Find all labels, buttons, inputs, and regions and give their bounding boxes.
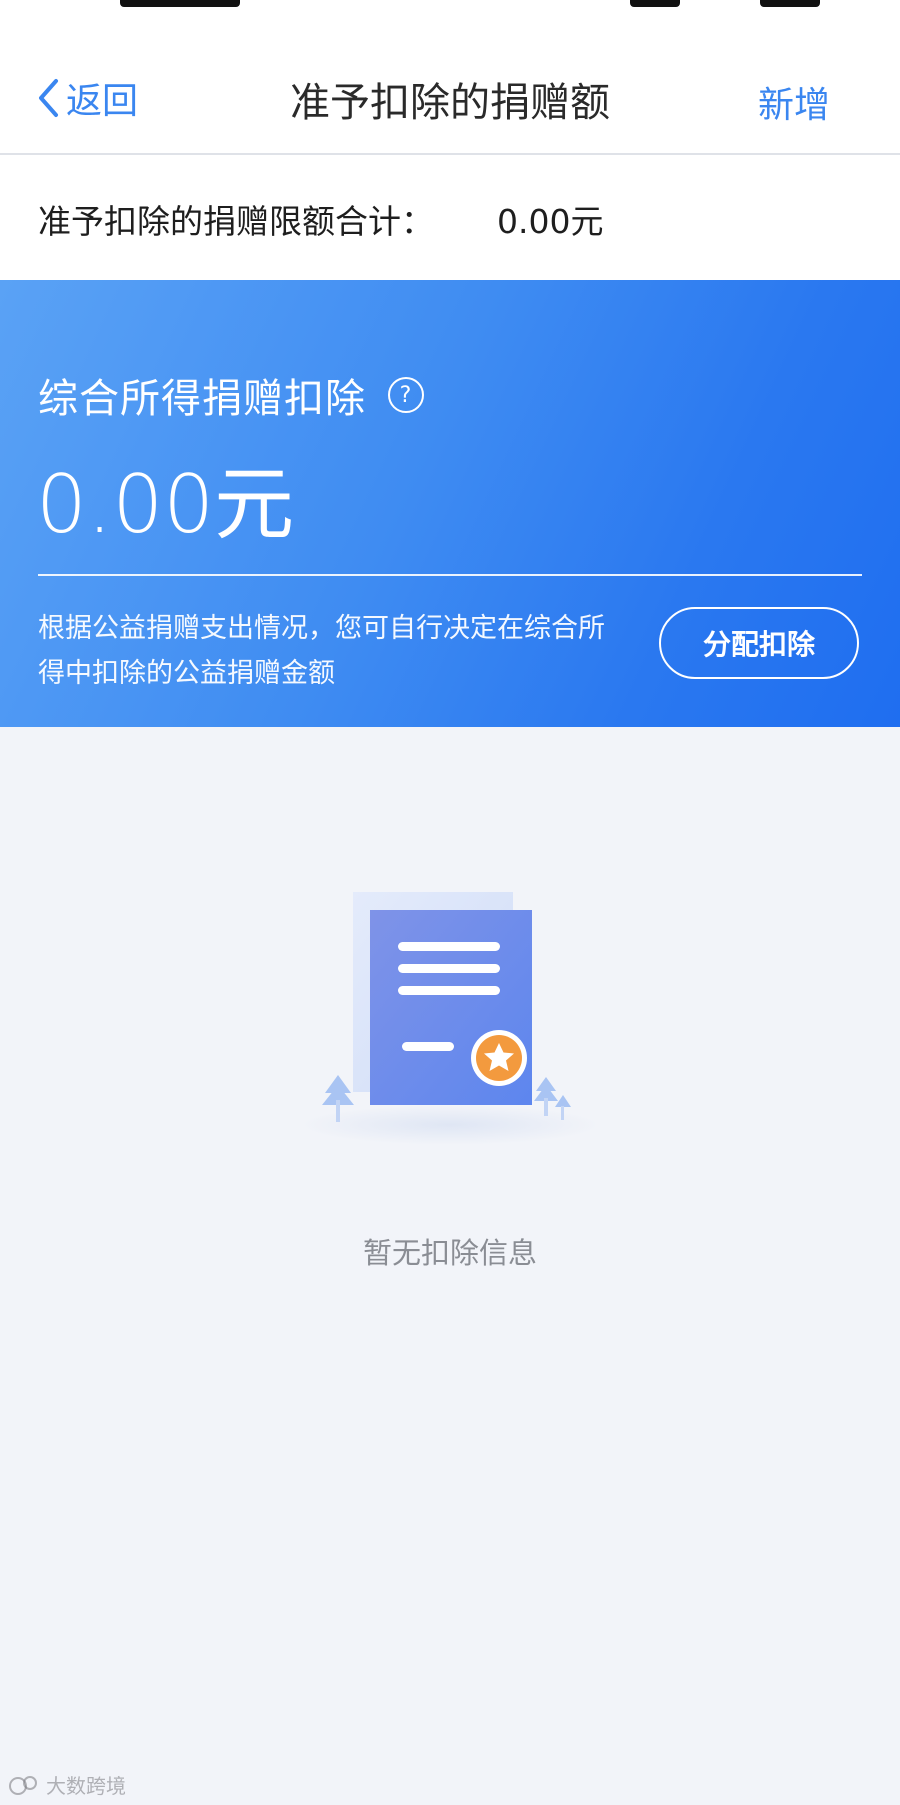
allocate-deduction-button[interactable]: 分配扣除 <box>659 607 859 679</box>
battery-icon <box>760 0 820 7</box>
card-divider <box>38 574 862 576</box>
document-line <box>398 942 500 951</box>
empty-state-message: 暂无扣除信息 <box>362 1236 537 1270</box>
limit-value: 0.00元 <box>497 202 604 241</box>
add-button[interactable]: 新增 <box>758 76 830 128</box>
document-line <box>402 1042 454 1051</box>
watermark: 大数跨境 <box>8 1770 126 1799</box>
help-icon[interactable]: ? <box>388 377 424 413</box>
watermark-logo-icon <box>9 1775 37 1795</box>
deduction-limit-summary: 准予扣除的捐赠限额合计： 0.00元 <box>0 155 900 280</box>
card-title: 综合所得捐赠扣除 ? <box>38 366 424 424</box>
document-line <box>398 964 500 973</box>
watermark-text: 大数跨境 <box>46 1774 126 1798</box>
status-bar-time <box>120 0 240 7</box>
empty-document-illustration <box>300 892 600 1145</box>
illustration-shadow <box>300 1105 600 1145</box>
navigation-bar: 返回 准予扣除的捐赠额 新增 <box>0 40 900 155</box>
donation-amount: 0.00元 <box>36 458 295 551</box>
card-description: 根据公益捐赠支出情况，您可自行决定在综合所得中扣除的公益捐赠金额 <box>38 613 605 689</box>
status-bar <box>0 0 900 40</box>
card-title-text: 综合所得捐赠扣除 <box>38 376 366 422</box>
signal-icon <box>630 0 680 7</box>
document-line <box>398 986 500 995</box>
comprehensive-income-donation-card: 综合所得捐赠扣除 ? 0.00元 根据公益捐赠支出情况，您可自行决定在综合所得中… <box>0 280 900 727</box>
limit-label: 准予扣除的捐赠限额合计： <box>38 202 434 241</box>
